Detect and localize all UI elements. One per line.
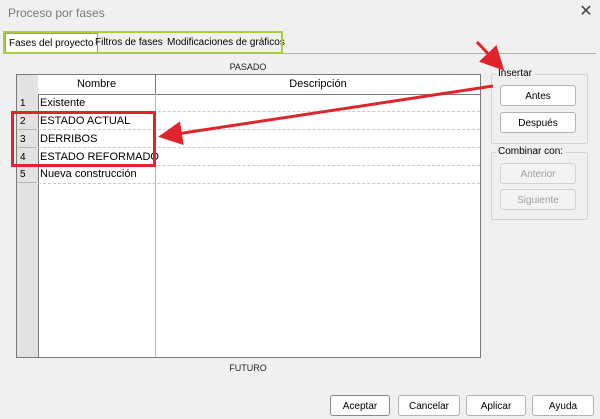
arrow-to-insert-group <box>475 40 505 71</box>
annotation-arrows <box>158 40 505 146</box>
arrow-to-phase-rows <box>158 84 494 146</box>
